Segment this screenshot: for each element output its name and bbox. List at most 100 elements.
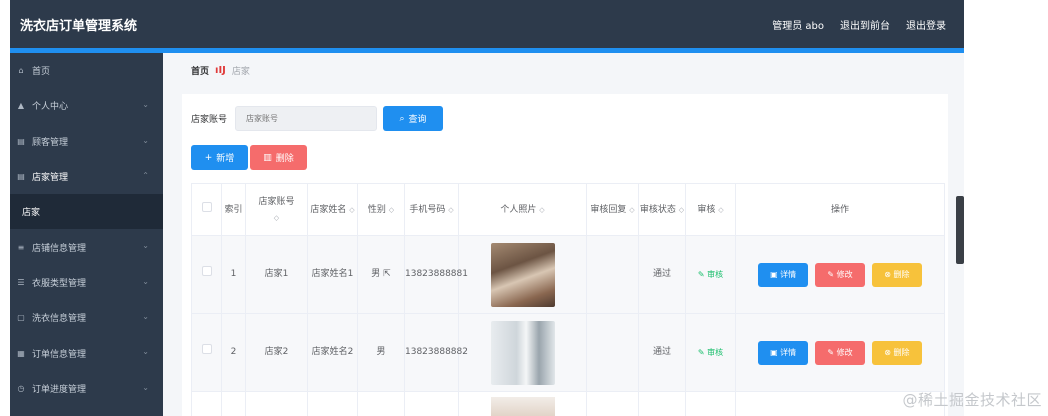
sidebar-item-customers[interactable]: ▤ 顾客管理 ⌄ [10, 124, 163, 159]
col-audit-label: 审核 [697, 204, 716, 215]
cell-audit[interactable]: ✎ 审核 [685, 313, 736, 392]
sort-icon[interactable]: ◇ [448, 206, 453, 214]
cell-gender: 男 ⇱ [357, 235, 405, 314]
cell-name [307, 391, 358, 416]
search-bar: 店家账号 ⌕ 查询 [191, 106, 444, 131]
cell-account [245, 391, 308, 416]
audit-link[interactable]: ✎ 审核 [698, 348, 723, 357]
sidebar-item-stores[interactable]: ▤ 店家管理 ⌃ [10, 159, 163, 194]
detail-button[interactable]: ▣ 详情 [758, 340, 809, 365]
sort-icon[interactable]: ◇ [274, 214, 279, 222]
col-name[interactable]: 店家姓名 ◇ [307, 183, 358, 236]
side-scroll-handle[interactable] [956, 196, 964, 264]
sort-icon[interactable]: ◇ [679, 206, 684, 214]
user-label: 管理员 abo [772, 21, 824, 32]
col-audit[interactable]: 审核 ◇ [685, 183, 736, 236]
cell-index: 2 [221, 313, 246, 392]
sidebar-item-shop-info[interactable]: ≡ 店铺信息管理 ⌄ [10, 229, 163, 264]
row-checkbox[interactable] [201, 344, 212, 354]
cell-reply [586, 235, 639, 314]
cell-phone [404, 391, 459, 416]
row-select-cell[interactable] [191, 235, 222, 314]
edit-icon: ✎ [697, 269, 705, 279]
back-to-front-link[interactable]: 退出到前台 [840, 17, 890, 32]
sort-icon[interactable]: ◇ [349, 206, 354, 214]
cell-ops: ▣ 详情 ✎ 修改 ⊗ 删除 [735, 313, 945, 392]
cell-status: 通过 [638, 235, 686, 314]
col-account-label: 店家账号 [258, 196, 295, 207]
row-select-cell[interactable] [191, 391, 222, 416]
col-status[interactable]: 审核状态 ◇ [638, 183, 686, 236]
breadcrumb-home[interactable]: 首页 [191, 64, 209, 77]
row-select-cell[interactable] [191, 313, 222, 392]
sort-icon[interactable]: ◇ [629, 206, 634, 214]
app-window: 洗衣店订单管理系统 管理员 abo 退出到前台 退出登录 ⌂ 首页 ▲ 个人中心… [10, 0, 964, 416]
sort-icon[interactable]: ◇ [539, 206, 544, 214]
audit-link-label: 审核 [707, 269, 724, 279]
col-phone[interactable]: 手机号码 ◇ [404, 183, 459, 236]
sort-icon: ☰ [17, 277, 25, 287]
remove-button-label: 删除 [893, 348, 910, 357]
sidebar-item-home[interactable]: ⌂ 首页 [10, 53, 163, 88]
logout-link[interactable]: 退出登录 [906, 17, 946, 32]
sort-icon[interactable]: ◇ [718, 206, 723, 214]
sidebar-item-clothes-type[interactable]: ☰ 衣服类型管理 ⌄ [10, 265, 163, 300]
chevron-down-icon: ⌄ [142, 312, 149, 322]
remove-icon: ⊗ [884, 348, 891, 357]
action-bar: + 新增 ▥ 删除 [191, 145, 307, 170]
sidebar-item-profile[interactable]: ▲ 个人中心 ⌄ [10, 88, 163, 123]
col-ops: 操作 [735, 183, 945, 236]
sidebar-item-laundry-info[interactable]: ▢ 洗衣信息管理 ⌄ [10, 300, 163, 335]
col-photo[interactable]: 个人照片 ◇ [458, 183, 587, 236]
cell-name: 店家姓名2 [307, 313, 358, 392]
profile-photo[interactable] [490, 320, 555, 385]
add-button[interactable]: + 新增 [191, 145, 248, 170]
remove-icon: ⊗ [884, 270, 891, 279]
col-gender[interactable]: 性别 ◇ [357, 183, 405, 236]
remove-button[interactable]: ⊗ 删除 [871, 340, 922, 365]
profile-photo[interactable] [490, 396, 555, 416]
chevron-down-icon: ⌄ [142, 135, 149, 145]
delete-button[interactable]: ▥ 删除 [250, 145, 307, 170]
cell-status [638, 391, 686, 416]
select-all-cell[interactable] [191, 183, 222, 236]
cell-status: 通过 [638, 313, 686, 392]
cell-audit[interactable]: ✎ 审核 [685, 235, 736, 314]
sidebar-subitem-store[interactable]: 店家 [10, 194, 163, 230]
chevron-down-icon: ⌄ [142, 382, 149, 392]
cell-photo[interactable] [458, 391, 587, 416]
col-ops-label: 操作 [830, 204, 849, 215]
col-name-label: 店家姓名 [310, 204, 347, 215]
chevron-down-icon: ⌄ [142, 241, 149, 251]
sidebar-item-label: 首页 [32, 67, 51, 78]
select-all-checkbox[interactable] [201, 201, 212, 212]
col-status-label: 审核状态 [639, 204, 676, 215]
cell-photo[interactable] [458, 313, 587, 392]
cell-photo[interactable] [458, 235, 587, 314]
cell-name: 店家姓名1 [307, 235, 358, 314]
cell-phone: 13823888882 [404, 313, 468, 392]
cell-phone: 13823888881 [404, 235, 468, 314]
row-checkbox[interactable] [201, 266, 212, 276]
detail-button[interactable]: ▣ 详情 [758, 262, 809, 287]
list-icon: ▤ [17, 136, 25, 146]
sidebar-item-order-progress[interactable]: ◷ 订单进度管理 ⌄ [10, 371, 163, 406]
cell-account: 店家1 [245, 235, 308, 314]
col-account[interactable]: 店家账号 ◇ [245, 183, 308, 236]
edit-button[interactable]: ✎ 修改 [815, 262, 865, 287]
search-input[interactable] [235, 106, 378, 131]
cell-account: 店家2 [245, 313, 308, 392]
detail-button-label: 详情 [780, 348, 797, 357]
query-button[interactable]: ⌕ 查询 [383, 106, 444, 131]
audit-link[interactable]: ✎ 审核 [698, 270, 723, 279]
trash-icon: ▥ [263, 152, 272, 163]
sidebar-item-label: 店家 [22, 208, 41, 219]
edit-button[interactable]: ✎ 修改 [815, 340, 865, 365]
sort-icon[interactable]: ◇ [389, 206, 394, 214]
col-reply[interactable]: 审核回复 ◇ [586, 183, 639, 236]
chevron-down-icon: ⌄ [142, 100, 149, 110]
sidebar-item-order-info[interactable]: ▦ 订单信息管理 ⌄ [10, 335, 163, 370]
col-index-label: 索引 [224, 204, 243, 215]
profile-photo[interactable] [490, 242, 555, 307]
remove-button[interactable]: ⊗ 删除 [871, 262, 922, 287]
